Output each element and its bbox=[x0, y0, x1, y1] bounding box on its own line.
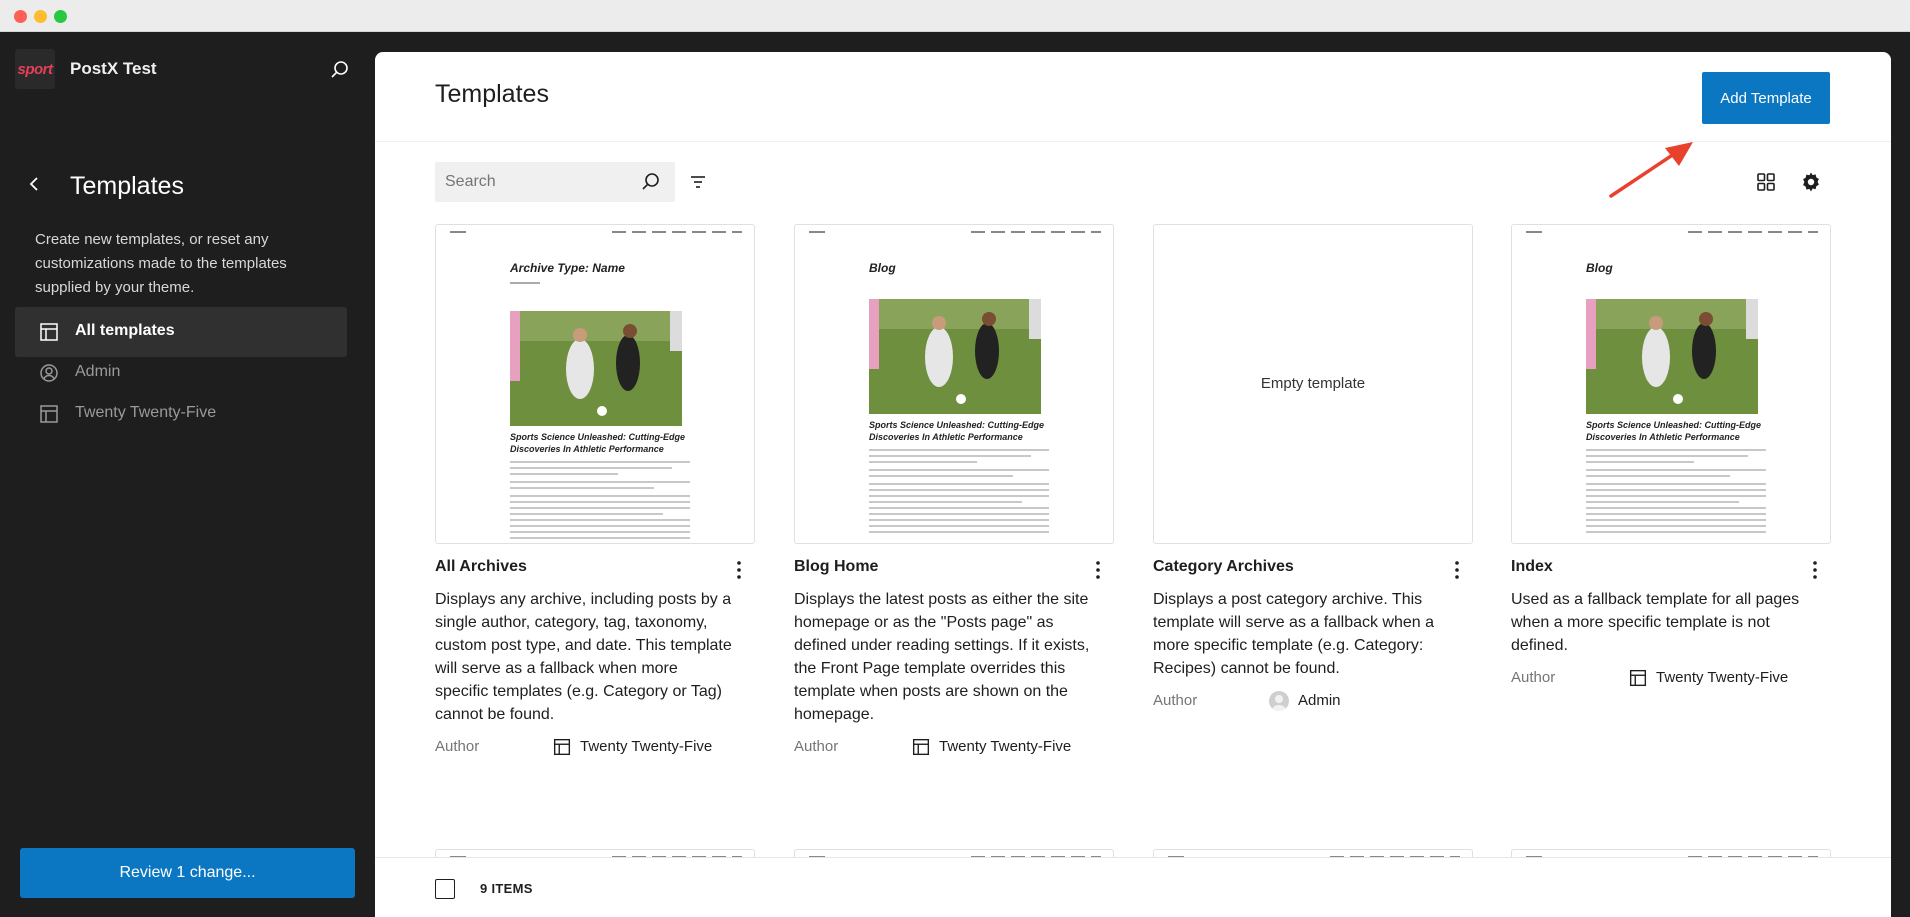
template-preview[interactable]: Empty template bbox=[1153, 224, 1473, 544]
back-icon[interactable] bbox=[25, 172, 45, 196]
search-icon[interactable] bbox=[639, 170, 663, 194]
template-description: Displays the latest posts as either the … bbox=[794, 591, 1090, 723]
sidebar-heading: Templates bbox=[70, 172, 184, 200]
template-card-all-archives[interactable]: Archive Type: Name Sports Science Unleas… bbox=[435, 224, 755, 760]
template-preview[interactable]: Archive Type: Name Sports Science Unleas… bbox=[435, 224, 755, 544]
preview-image bbox=[1586, 299, 1758, 414]
preview-image bbox=[510, 311, 682, 426]
sidebar: sport PostX Test Templates Create new te… bbox=[0, 32, 375, 917]
more-actions-icon[interactable] bbox=[1805, 558, 1825, 582]
template-name[interactable]: Index bbox=[1511, 558, 1831, 576]
author-label: Author bbox=[1153, 692, 1198, 709]
sidebar-item-label: Admin bbox=[75, 363, 121, 380]
template-author: Author Twenty Twenty-Five bbox=[435, 736, 755, 760]
template-description: Displays a post category archive. This t… bbox=[1153, 591, 1435, 677]
empty-template-label: Empty template bbox=[1260, 375, 1366, 392]
preview-subheading bbox=[510, 282, 540, 284]
author-label: Author bbox=[435, 738, 480, 755]
more-actions-icon[interactable] bbox=[1447, 558, 1467, 582]
user-circle-icon bbox=[37, 361, 61, 385]
author-value: Admin bbox=[1298, 692, 1341, 709]
template-author: Author Twenty Twenty-Five bbox=[794, 736, 1114, 760]
preview-nav bbox=[809, 231, 1101, 239]
filter-icon[interactable] bbox=[686, 170, 710, 194]
preview-heading: Blog bbox=[1586, 261, 1613, 275]
template-description: Displays any archive, including posts by… bbox=[435, 591, 732, 723]
preview-post-title: Sports Science Unleashed: Cutting-Edge D… bbox=[510, 432, 686, 454]
sidebar-item-label: All templates bbox=[75, 322, 175, 339]
preview-nav bbox=[450, 231, 742, 239]
layout-icon bbox=[910, 736, 932, 758]
main-panel: Templates Add Template Archive Type: Nam… bbox=[375, 52, 1891, 917]
template-preview[interactable]: Blog Sports Science Unleashed: Cutting-E… bbox=[1511, 224, 1831, 544]
author-value: Twenty Twenty-Five bbox=[1656, 669, 1789, 686]
preview-post-title: Sports Science Unleashed: Cutting-Edge D… bbox=[869, 420, 1045, 442]
preview-text-lines bbox=[510, 461, 690, 543]
page-title: Templates bbox=[435, 80, 549, 108]
site-title[interactable]: PostX Test bbox=[70, 59, 157, 79]
site-editor: sport PostX Test Templates Create new te… bbox=[0, 32, 1910, 917]
window-titlebar bbox=[0, 0, 1910, 32]
preview-post-title: Sports Science Unleashed: Cutting-Edge D… bbox=[1586, 420, 1762, 442]
site-logo[interactable]: sport bbox=[15, 49, 55, 89]
search-field bbox=[435, 162, 675, 202]
layout-icon bbox=[551, 736, 573, 758]
template-name[interactable]: All Archives bbox=[435, 558, 755, 576]
preview-text-lines bbox=[1586, 449, 1766, 543]
close-window-button[interactable] bbox=[14, 10, 27, 23]
sidebar-item-twenty-twenty-five[interactable]: Twenty Twenty-Five bbox=[15, 389, 347, 439]
gear-icon[interactable] bbox=[1799, 170, 1823, 194]
template-card-index[interactable]: Blog Sports Science Unleashed: Cutting-E… bbox=[1511, 224, 1831, 691]
template-name[interactable]: Category Archives bbox=[1153, 558, 1473, 576]
add-template-button[interactable]: Add Template bbox=[1702, 72, 1830, 124]
more-actions-icon[interactable] bbox=[1088, 558, 1108, 582]
preview-nav bbox=[1526, 231, 1818, 239]
template-preview[interactable]: Blog Sports Science Unleashed: Cutting-E… bbox=[794, 224, 1114, 544]
search-icon[interactable] bbox=[328, 58, 352, 82]
search-input[interactable] bbox=[435, 162, 635, 202]
template-name[interactable]: Blog Home bbox=[794, 558, 1114, 576]
maximize-window-button[interactable] bbox=[54, 10, 67, 23]
layout-icon bbox=[37, 320, 61, 344]
more-actions-icon[interactable] bbox=[729, 558, 749, 582]
author-value: Twenty Twenty-Five bbox=[580, 738, 713, 755]
preview-heading: Archive Type: Name bbox=[510, 261, 625, 275]
template-card-category-archives[interactable]: Empty template Category Archives Display… bbox=[1153, 224, 1473, 714]
preview-image bbox=[869, 299, 1041, 414]
layout-icon bbox=[37, 402, 61, 426]
preview-heading: Blog bbox=[869, 261, 896, 275]
author-label: Author bbox=[1511, 669, 1556, 686]
sidebar-item-label: Twenty Twenty-Five bbox=[75, 404, 217, 421]
author-label: Author bbox=[794, 738, 839, 755]
template-card-blog-home[interactable]: Blog Sports Science Unleashed: Cutting-E… bbox=[794, 224, 1114, 760]
item-count: 9 ITEMS bbox=[480, 881, 533, 896]
site-logo-text: sport bbox=[17, 60, 54, 78]
minimize-window-button[interactable] bbox=[34, 10, 47, 23]
sidebar-description: Create new templates, or reset any custo… bbox=[35, 231, 287, 296]
avatar bbox=[1269, 691, 1289, 711]
template-author: Author Admin bbox=[1153, 690, 1473, 714]
template-description: Used as a fallback template for all page… bbox=[1511, 591, 1800, 654]
list-footer: 9 ITEMS bbox=[375, 857, 1891, 917]
grid-view-icon[interactable] bbox=[1754, 170, 1778, 194]
layout-icon bbox=[1627, 667, 1649, 689]
preview-text-lines bbox=[869, 449, 1049, 543]
template-author: Author Twenty Twenty-Five bbox=[1511, 667, 1831, 691]
select-all-checkbox[interactable] bbox=[435, 879, 455, 899]
review-changes-button[interactable]: Review 1 change... bbox=[20, 848, 355, 898]
author-value: Twenty Twenty-Five bbox=[939, 738, 1072, 755]
main-header: Templates Add Template bbox=[375, 52, 1891, 142]
